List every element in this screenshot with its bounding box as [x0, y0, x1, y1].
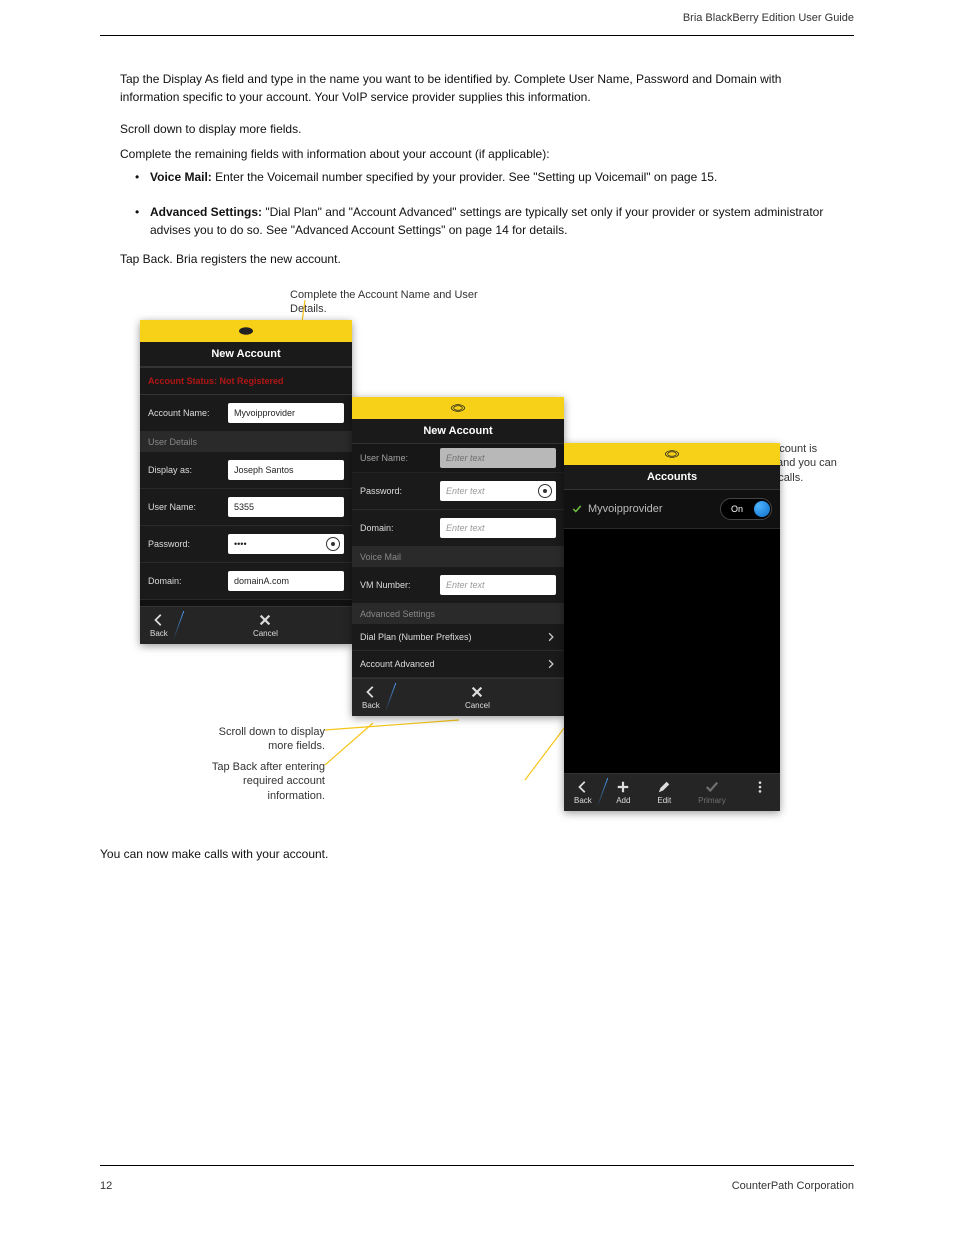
callout-mid2: Tap Back after entering required account… [205, 760, 325, 803]
domain-field[interactable]: domainA.com [228, 571, 344, 591]
page-number: 12 [100, 1180, 112, 1192]
phone-screen-3: Accounts Myvoipprovider On Back Add Edit [564, 443, 780, 811]
display-as-label: Display as: [148, 465, 228, 475]
reveal-password-icon[interactable] [538, 484, 552, 498]
chevron-right-icon [546, 632, 556, 642]
account-name-text: Myvoipprovider [588, 503, 720, 515]
status-bar [564, 443, 780, 465]
more-vertical-icon [753, 780, 767, 794]
section-user-details: User Details [140, 432, 352, 452]
paragraph-complete: Complete the remaining fields with infor… [120, 145, 840, 163]
edit-button[interactable]: Edit [647, 774, 681, 811]
account-status: Account Status: Not Registered [140, 367, 352, 395]
password-label: Password: [360, 486, 440, 496]
bullet-voicemail: Voice Mail: Enter the Voicemail number s… [150, 168, 840, 186]
phone-screen-2: New Account User Name: Enter text Passwo… [352, 397, 564, 716]
check-icon [572, 504, 582, 514]
cancel-button[interactable]: Cancel [391, 679, 564, 716]
paragraph-intro: Tap the Display As field and type in the… [120, 70, 840, 106]
overflow-button[interactable] [743, 774, 777, 811]
screen-title: Accounts [564, 465, 780, 490]
section-voicemail: Voice Mail [352, 547, 564, 567]
close-icon [470, 685, 484, 699]
paragraph-tapback: Tap Back. Bria registers the new account… [120, 250, 840, 268]
username-label: User Name: [148, 502, 228, 512]
bullet-advanced: Advanced Settings: "Dial Plan" and "Acco… [150, 203, 840, 239]
chevron-right-icon [546, 659, 556, 669]
account-name-label: Account Name: [148, 408, 228, 418]
check-icon [705, 780, 719, 794]
username-field[interactable]: Enter text [440, 448, 556, 468]
paragraph-post: You can now make calls with your account… [100, 845, 820, 863]
password-label: Password: [148, 539, 228, 549]
pencil-icon [657, 780, 671, 794]
dial-plan-row[interactable]: Dial Plan (Number Prefixes) [352, 624, 564, 651]
phone-screen-1: New Account Account Status: Not Register… [140, 320, 352, 644]
app-logo-icon [663, 447, 681, 461]
chevron-left-icon [152, 613, 166, 627]
bullet-dot: • [135, 205, 139, 219]
callout-mid1: Scroll down to display more fields. [205, 725, 325, 754]
chevron-left-icon [364, 685, 378, 699]
account-toggle[interactable]: On [720, 498, 772, 520]
account-list-item[interactable]: Myvoipprovider On [564, 490, 780, 529]
vm-number-label: VM Number: [360, 580, 440, 590]
username-field[interactable]: 5355 [228, 497, 344, 517]
domain-field[interactable]: Enter text [440, 518, 556, 538]
primary-button[interactable]: Primary [688, 774, 736, 811]
screen-title: New Account [352, 419, 564, 444]
plus-icon [616, 780, 630, 794]
vm-number-field[interactable]: Enter text [440, 575, 556, 595]
app-logo-icon [449, 401, 467, 415]
account-name-field[interactable]: Myvoipprovider [228, 403, 344, 423]
callout-top: Complete the Account Name and User Detai… [290, 288, 500, 317]
paragraph-scroll: Scroll down to display more fields. [120, 120, 840, 138]
header-product-name: Bria BlackBerry Edition User Guide [683, 12, 854, 24]
cancel-button[interactable]: Cancel [179, 607, 352, 644]
domain-label: Domain: [148, 576, 228, 586]
close-icon [258, 613, 272, 627]
password-field[interactable]: Enter text [440, 481, 556, 501]
status-bar [352, 397, 564, 419]
status-bar [140, 320, 352, 342]
screen-title: New Account [140, 342, 352, 367]
display-as-field[interactable]: Joseph Santos [228, 460, 344, 480]
section-advanced: Advanced Settings [352, 604, 564, 624]
chevron-left-icon [576, 780, 590, 794]
username-label: User Name: [360, 453, 440, 463]
reveal-password-icon[interactable] [326, 537, 340, 551]
app-logo-icon [237, 324, 255, 338]
add-button[interactable]: Add [606, 774, 640, 811]
account-advanced-row[interactable]: Account Advanced [352, 651, 564, 678]
footer-company: CounterPath Corporation [732, 1180, 854, 1192]
password-field[interactable]: •••• [228, 534, 344, 554]
domain-label: Domain: [360, 523, 440, 533]
bullet-dot: • [135, 170, 139, 184]
toggle-knob [754, 501, 770, 517]
